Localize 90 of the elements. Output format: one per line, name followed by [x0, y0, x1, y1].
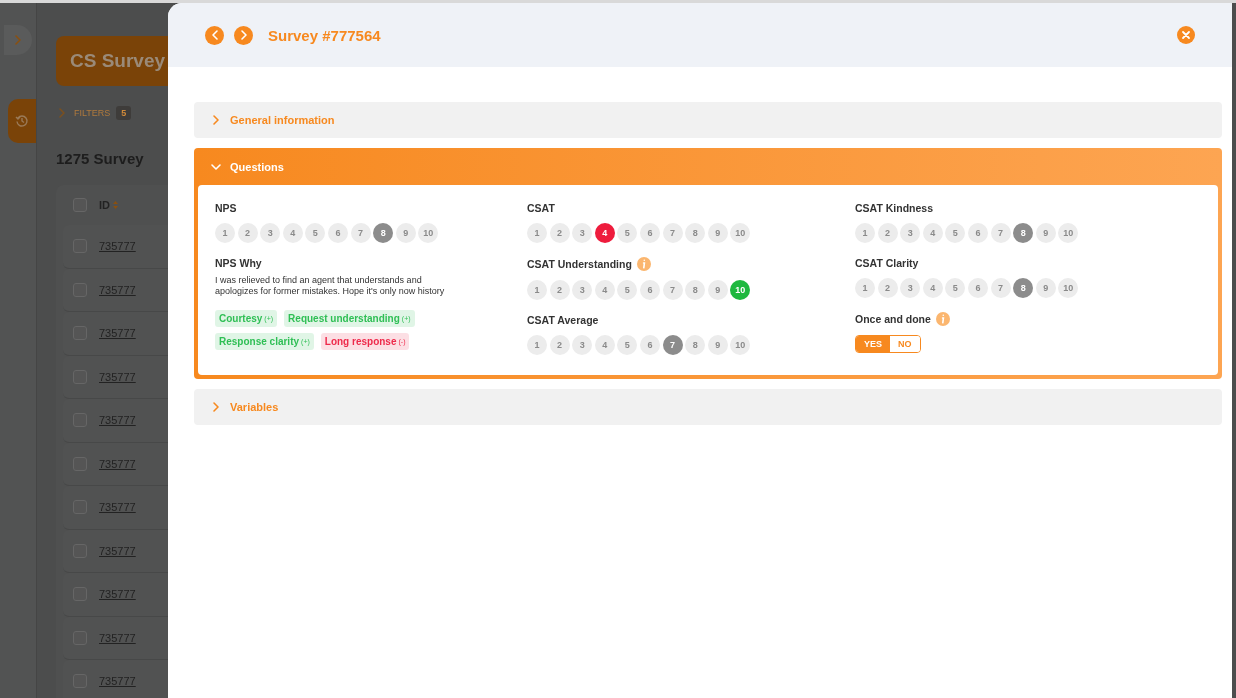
- question-label: CSAT Understanding: [527, 258, 632, 270]
- score-option: 8: [685, 335, 706, 355]
- score-option: 8: [685, 223, 706, 243]
- score-option: 6: [639, 335, 660, 355]
- question-label: NPS Why: [215, 257, 262, 269]
- score-option: 4: [594, 223, 615, 243]
- score-option: 3: [900, 223, 921, 243]
- question-label: CSAT Kindness: [855, 202, 933, 214]
- score-option: 9: [395, 223, 416, 243]
- score-option: 10: [418, 223, 439, 243]
- score-option: 7: [662, 223, 683, 243]
- page-title: CS Survey: [56, 36, 168, 86]
- score-option: 3: [572, 223, 593, 243]
- score-option: 4: [922, 278, 943, 298]
- score-option: 7: [990, 223, 1011, 243]
- score-option: 3: [572, 335, 593, 355]
- score-option: 6: [639, 280, 660, 300]
- score-option: 2: [237, 223, 258, 243]
- section-header[interactable]: General information: [194, 102, 1222, 138]
- filter-count: 5: [116, 106, 132, 120]
- score-option: 9: [1035, 223, 1056, 243]
- score-option: 7: [662, 280, 683, 300]
- score-option: 7: [990, 278, 1011, 298]
- expand-toggle[interactable]: [4, 25, 32, 55]
- score-option: 6: [967, 278, 988, 298]
- score-option: 4: [594, 280, 615, 300]
- section-header[interactable]: Variables: [194, 389, 1222, 425]
- score-option: 6: [967, 223, 988, 243]
- score-option: 1: [215, 223, 235, 243]
- score-option: 5: [945, 223, 966, 243]
- score-option: 3: [572, 280, 593, 300]
- score-option: 4: [922, 223, 943, 243]
- score-option: 10: [730, 280, 751, 300]
- survey-title: Survey #777564: [268, 26, 382, 44]
- score-option: 10: [1058, 278, 1079, 298]
- score-option: 10: [1058, 223, 1079, 243]
- score-option: 6: [327, 223, 348, 243]
- chevron-icon: [210, 401, 222, 413]
- score-option: 7: [350, 223, 371, 243]
- close-icon[interactable]: [1177, 26, 1195, 44]
- answer-text: I was relieved to find an agent that understands and apologizes for former mistakes. Hope it's only now history: [215, 275, 445, 297]
- info-icon[interactable]: [636, 257, 651, 271]
- history-icon: [15, 114, 29, 128]
- score-option: 3: [900, 278, 921, 298]
- score-option: 1: [855, 278, 875, 298]
- score-option: 9: [707, 280, 728, 300]
- score-option: 9: [707, 223, 728, 243]
- question-label: CSAT Average: [527, 314, 599, 326]
- score-option: 9: [1035, 278, 1056, 298]
- info-icon[interactable]: [935, 312, 950, 326]
- score-option: 5: [617, 223, 638, 243]
- question-label: CSAT: [527, 202, 555, 214]
- section-header[interactable]: Questions: [198, 148, 1218, 185]
- question-label: CSAT Clarity: [855, 257, 919, 269]
- previous-button[interactable]: [205, 25, 224, 45]
- score-option: 2: [549, 223, 570, 243]
- score-option: 2: [549, 335, 570, 355]
- score-option: 2: [549, 280, 570, 300]
- sort-icon[interactable]: [113, 201, 118, 209]
- score-option: 8: [373, 223, 394, 243]
- chevron-icon: [210, 114, 222, 126]
- score-option: 10: [730, 223, 751, 243]
- score-option: 6: [639, 223, 660, 243]
- score-option: 5: [617, 335, 638, 355]
- score-option: 1: [527, 335, 547, 355]
- score-option: 8: [1013, 278, 1034, 298]
- history-tab[interactable]: [8, 99, 36, 143]
- score-option: 1: [527, 223, 547, 243]
- score-option: 4: [594, 335, 615, 355]
- question-label: Once and done: [855, 313, 931, 325]
- chevron-icon: [12, 34, 24, 46]
- question-label: NPS: [215, 202, 237, 214]
- score-option: 2: [877, 278, 898, 298]
- score-option: 8: [1013, 223, 1034, 243]
- score-option: 1: [855, 223, 875, 243]
- score-option: 8: [685, 280, 706, 300]
- score-option: 9: [707, 335, 728, 355]
- chevron-icon: [56, 107, 68, 119]
- filters-toggle[interactable]: FILTERS: [74, 108, 111, 118]
- score-option: 2: [877, 223, 898, 243]
- next-button[interactable]: [234, 25, 253, 45]
- score-option: 4: [282, 223, 303, 243]
- score-option: 5: [305, 223, 326, 243]
- score-option: 5: [617, 280, 638, 300]
- score-option: 5: [945, 278, 966, 298]
- score-option: 3: [260, 223, 281, 243]
- score-option: 10: [730, 335, 751, 355]
- toggle-option[interactable]: YES: [856, 336, 890, 352]
- score-option: 1: [527, 280, 547, 300]
- score-option: 7: [662, 335, 683, 355]
